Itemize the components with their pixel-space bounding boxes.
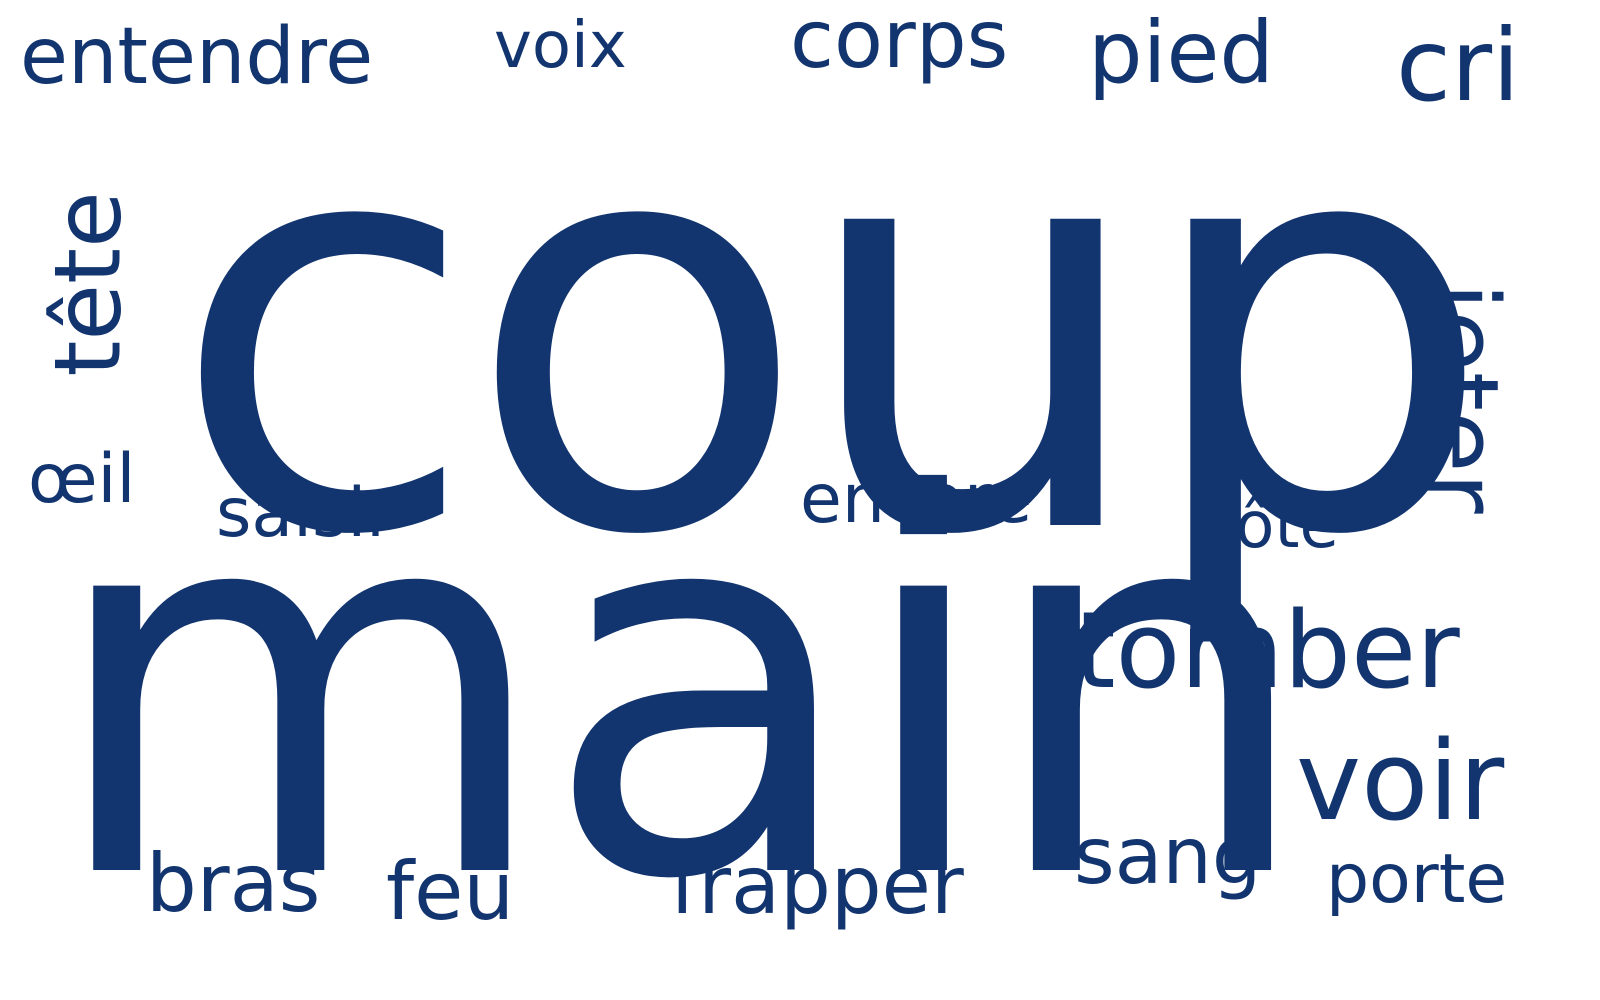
word-bras: bras bbox=[146, 837, 321, 930]
word-voix: voix bbox=[494, 9, 627, 83]
word-oeil: œil bbox=[28, 440, 136, 519]
word-sang: sang bbox=[1074, 812, 1262, 902]
word-cote: côté bbox=[1200, 489, 1339, 563]
word-frapper: frapper bbox=[670, 839, 964, 932]
word-cri: cri bbox=[1396, 7, 1520, 124]
word-entendre: entendre bbox=[20, 12, 374, 102]
word-cloud: coup main tête jeter tomber voir cri cor… bbox=[0, 0, 1600, 1000]
word-jeter: jeter bbox=[1403, 282, 1521, 514]
word-feu: feu bbox=[386, 845, 515, 938]
word-tete: tête bbox=[34, 191, 142, 377]
word-saisir: saisir bbox=[216, 474, 395, 553]
word-encore: encore bbox=[800, 460, 1033, 539]
word-pied: pied bbox=[1088, 3, 1274, 103]
word-porte: porte bbox=[1326, 840, 1508, 919]
word-tomber: tomber bbox=[1074, 589, 1460, 712]
word-corps: corps bbox=[790, 0, 1009, 86]
word-voir: voir bbox=[1296, 717, 1505, 845]
